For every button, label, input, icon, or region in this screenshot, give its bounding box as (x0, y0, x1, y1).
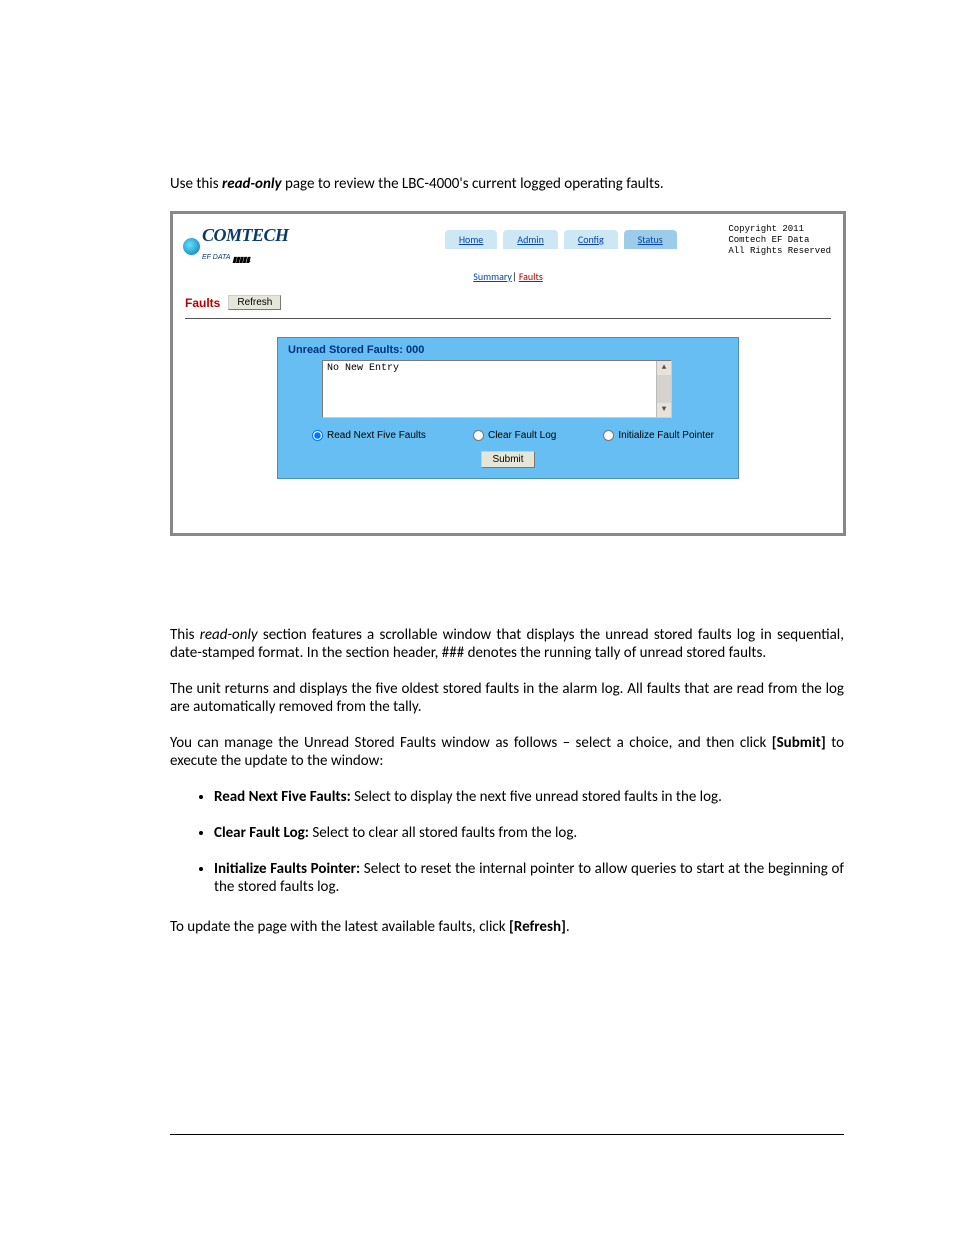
para-4: To update the page with the latest avail… (170, 918, 844, 936)
faults-scroll-area[interactable]: No New Entry ▲ ▼ (322, 360, 672, 418)
radio-init-pointer[interactable]: Initialize Fault Pointer (603, 430, 714, 441)
para-1: This read-only section features a scroll… (170, 626, 844, 662)
radio-clear-log[interactable]: Clear Fault Log (473, 430, 556, 441)
panel-title: Unread Stored Faults: 000 (288, 344, 728, 356)
scroll-up-icon[interactable]: ▲ (657, 361, 671, 375)
bullet-clear-log: Clear Fault Log: Select to clear all sto… (214, 824, 844, 842)
submit-button[interactable]: Submit (481, 451, 534, 468)
screenshot-container: Copyright 2011 Comtech EF Data All Right… (170, 211, 846, 536)
para-3: You can manage the Unread Stored Faults … (170, 734, 844, 770)
divider (185, 318, 831, 319)
para-2: The unit returns and displays the five o… (170, 680, 844, 716)
scrollbar[interactable]: ▲ ▼ (656, 361, 671, 417)
tab-status[interactable]: Status (624, 230, 677, 249)
tab-config[interactable]: Config (564, 230, 618, 249)
brand-logo: COMTECH EF DATA ▮▮▮▮▮. (183, 228, 289, 264)
faults-panel: Unread Stored Faults: 000 No New Entry ▲… (277, 337, 739, 479)
bullet-read-next: Read Next Five Faults: Select to display… (214, 788, 844, 806)
tab-home[interactable]: Home (445, 230, 497, 249)
globe-icon (183, 238, 200, 255)
tab-admin[interactable]: Admin (503, 230, 558, 249)
bullet-init-ptr: Initialize Faults Pointer: Select to res… (214, 860, 844, 896)
faults-heading: Faults (185, 296, 220, 310)
sub-nav: Summary| Faults (173, 270, 843, 283)
page-footer-rule (170, 1134, 844, 1135)
subnav-summary[interactable]: Summary (473, 270, 512, 283)
scroll-content: No New Entry (327, 363, 399, 374)
intro-text: Use this read-only page to review the LB… (170, 175, 844, 193)
scroll-down-icon[interactable]: ▼ (657, 403, 671, 417)
radio-read-next[interactable]: Read Next Five Faults (312, 430, 426, 441)
refresh-button[interactable]: Refresh (228, 295, 281, 310)
copyright-text: Copyright 2011 Comtech EF Data All Right… (728, 224, 831, 257)
subnav-faults[interactable]: Faults (519, 270, 543, 283)
